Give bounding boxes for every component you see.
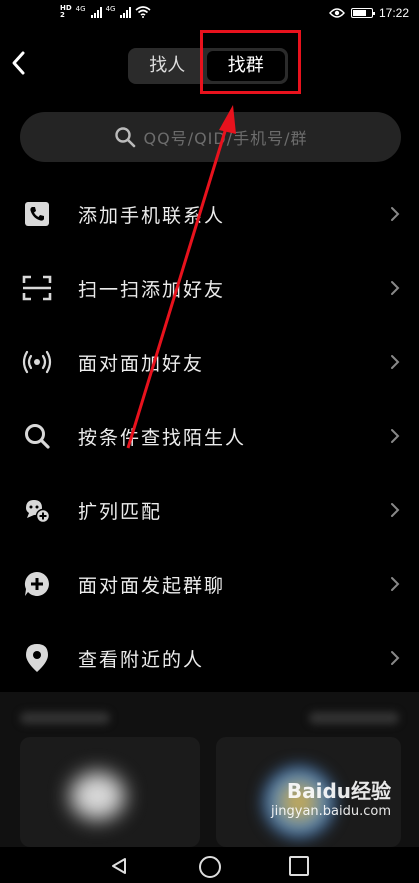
menu-item-label: 面对面加好友 bbox=[78, 352, 205, 375]
search-icon bbox=[114, 127, 135, 148]
search-icon bbox=[22, 421, 52, 451]
chevron-right-icon bbox=[391, 355, 400, 369]
match-icon bbox=[22, 495, 52, 525]
menu-item-scan-add-friend[interactable]: 扫一扫添加好友 bbox=[0, 251, 419, 325]
menu-item-label: 面对面发起群聊 bbox=[78, 574, 226, 597]
search-placeholder: QQ号/QID/手机号/群 bbox=[143, 129, 308, 148]
recommendation-card[interactable] bbox=[20, 737, 200, 847]
menu-item-nearby-people[interactable]: 查看附近的人 bbox=[0, 621, 419, 695]
wifi-icon bbox=[135, 6, 151, 18]
back-button[interactable] bbox=[8, 48, 30, 78]
network1-label: 4G bbox=[75, 5, 86, 13]
menu-item-label: 添加手机联系人 bbox=[78, 204, 226, 227]
highlight-box bbox=[200, 30, 301, 94]
menu-item-label: 扫一扫添加好友 bbox=[78, 278, 226, 301]
status-bar: HD 2 4G 4G 17:22 bbox=[0, 0, 419, 34]
menu-item-label: 扩列匹配 bbox=[78, 500, 163, 523]
chevron-right-icon bbox=[391, 207, 400, 221]
tab-find-people[interactable]: 找人 bbox=[128, 51, 207, 81]
add-friend-menu: 添加手机联系人 扫一扫添加好友 面对面加好友 按条件查找陌生人 扩列匹配 面对面… bbox=[0, 177, 419, 695]
menu-item-label: 按条件查找陌生人 bbox=[78, 426, 247, 449]
group-chat-icon bbox=[22, 569, 52, 599]
chevron-right-icon bbox=[391, 577, 400, 591]
search-bar[interactable]: QQ号/QID/手机号/群 bbox=[20, 112, 401, 162]
scan-icon bbox=[22, 273, 52, 303]
network2-label: 4G bbox=[105, 5, 116, 13]
chevron-right-icon bbox=[391, 429, 400, 443]
menu-item-expand-match[interactable]: 扩列匹配 bbox=[0, 473, 419, 547]
blurred-link bbox=[309, 712, 399, 724]
nav-home-icon[interactable] bbox=[199, 856, 221, 878]
chevron-right-icon bbox=[391, 651, 400, 665]
phone-icon bbox=[22, 199, 52, 229]
blurred-heading bbox=[20, 712, 110, 724]
chevron-right-icon bbox=[391, 503, 400, 517]
watermark-brand: Baidu经验 bbox=[286, 779, 391, 803]
baidu-watermark: Baidu经验 jingyan.baidu.com bbox=[271, 775, 391, 819]
signal-icon bbox=[90, 6, 102, 18]
chevron-right-icon bbox=[391, 281, 400, 295]
eye-icon bbox=[329, 8, 345, 18]
menu-item-face-to-face-add[interactable]: 面对面加好友 bbox=[0, 325, 419, 399]
recommendation-section: Baidu经验 jingyan.baidu.com bbox=[0, 692, 419, 847]
battery-fill bbox=[352, 10, 366, 16]
battery-icon bbox=[350, 8, 375, 18]
sim1-hd-badge: HD 2 bbox=[60, 4, 72, 19]
menu-item-label: 查看附近的人 bbox=[78, 648, 205, 671]
blurred-avatar bbox=[70, 772, 125, 820]
signal-indicators: HD 2 4G 4G bbox=[60, 5, 151, 19]
menu-item-search-strangers[interactable]: 按条件查找陌生人 bbox=[0, 399, 419, 473]
clock: 17:22 bbox=[378, 6, 409, 20]
menu-item-add-phone-contacts[interactable]: 添加手机联系人 bbox=[0, 177, 419, 251]
system-nav-bar bbox=[0, 847, 419, 883]
chevron-left-icon bbox=[12, 51, 25, 75]
location-icon bbox=[22, 643, 52, 673]
menu-item-start-group-chat[interactable]: 面对面发起群聊 bbox=[0, 547, 419, 621]
signal-icon-2 bbox=[120, 6, 132, 18]
nav-back-icon[interactable] bbox=[110, 857, 128, 875]
radar-icon bbox=[22, 347, 52, 377]
watermark-url: jingyan.baidu.com bbox=[271, 804, 391, 819]
status-right: 17:22 bbox=[329, 6, 409, 20]
nav-recent-icon[interactable] bbox=[289, 856, 309, 876]
